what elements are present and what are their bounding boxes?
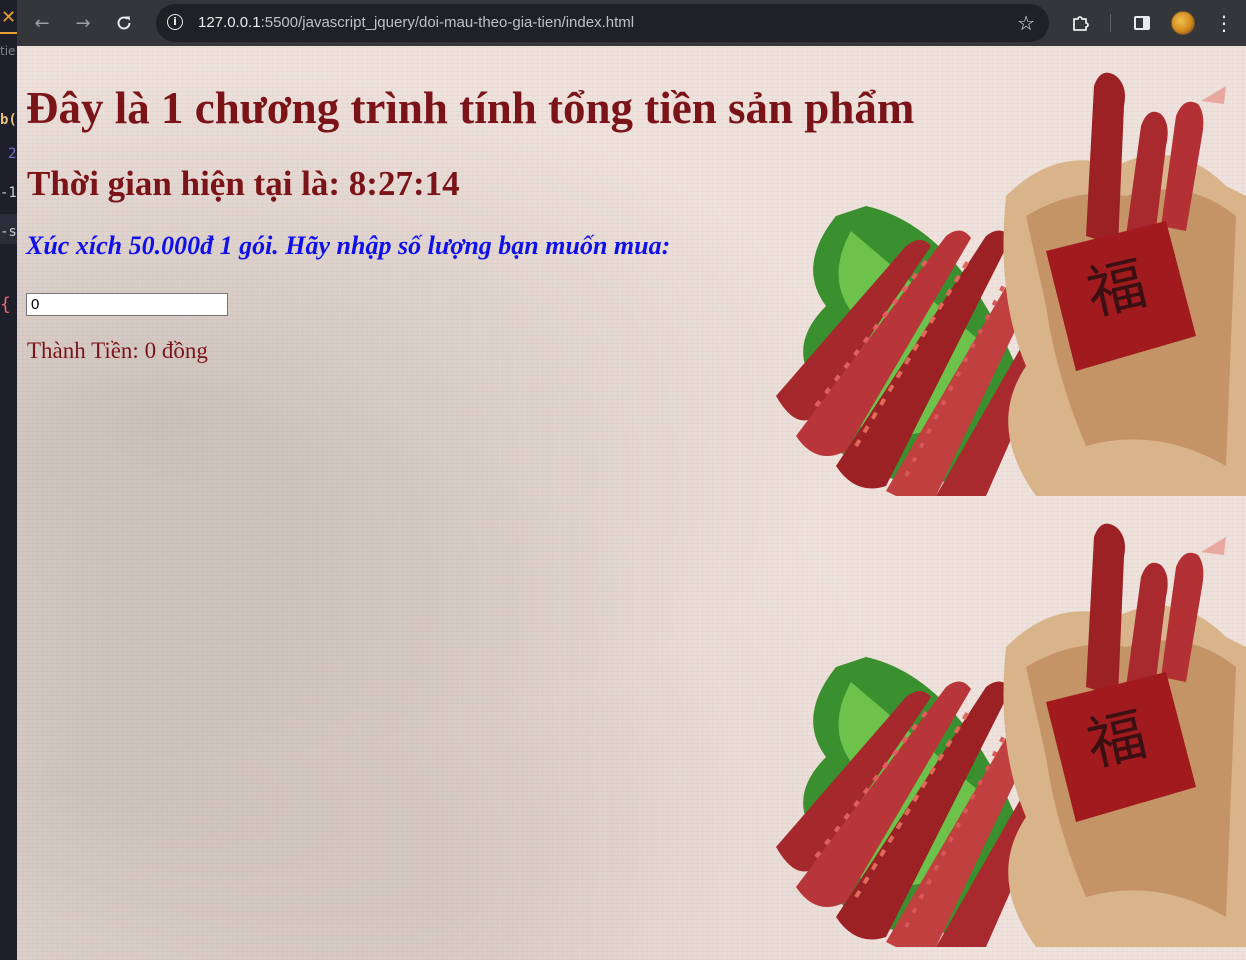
url-path: :5500/javascript_jquery/doi-mau-theo-gia… (260, 14, 635, 31)
page-viewport: 福 福 Đây là 1 chương trình tính tổng tiền… (17, 46, 1246, 960)
side-panel-icon[interactable] (1128, 9, 1156, 37)
editor-code-fragment: { (0, 294, 11, 315)
profile-avatar[interactable] (1169, 9, 1197, 37)
toolbar-separator (1110, 14, 1111, 32)
close-tab-icon[interactable]: ✕ (0, 4, 17, 32)
quantity-prompt: Xúc xích 50.000đ 1 gói. Hãy nhập số lượn… (26, 231, 671, 260)
address-bar[interactable]: i 127.0.0.1:5500/javascript_jquery/doi-m… (156, 4, 1049, 42)
page-title: Đây là 1 chương trình tính tổng tiền sản… (26, 83, 915, 133)
active-tab-indicator (0, 32, 17, 34)
browser-toolbar: ← → i 127.0.0.1:5500/javascript_jquery/d… (17, 0, 1246, 46)
site-info-icon[interactable]: i (167, 14, 183, 30)
quantity-input[interactable] (26, 293, 228, 316)
forward-arrow-icon[interactable]: → (69, 9, 97, 37)
extensions-puzzle-icon[interactable] (1067, 9, 1095, 37)
editor-code-fragment: b( (0, 112, 17, 128)
editor-code-fragment: -1 (0, 185, 17, 201)
total-price-text: Thành Tiền: 0 đồng (27, 338, 208, 363)
reload-icon[interactable] (110, 9, 138, 37)
bookmark-star-icon[interactable]: ☆ (1017, 11, 1035, 35)
kebab-menu-icon[interactable]: ⋮ (1210, 9, 1238, 37)
back-arrow-icon[interactable]: ← (28, 9, 56, 37)
current-time-heading: Thời gian hiện tại là: 8:27:14 (27, 164, 460, 203)
editor-code-fragment: -s (0, 224, 17, 240)
url-text[interactable]: 127.0.0.1:5500/javascript_jquery/doi-mau… (198, 4, 634, 42)
editor-code-fragment: 2 (8, 146, 17, 162)
sausage-decoration: 福 (756, 497, 1246, 947)
url-host: 127.0.0.1 (198, 14, 261, 31)
editor-strip: ✕ tie b( 2 -1 -s { (0, 0, 17, 960)
editor-tab-fragment: tie (0, 44, 16, 58)
